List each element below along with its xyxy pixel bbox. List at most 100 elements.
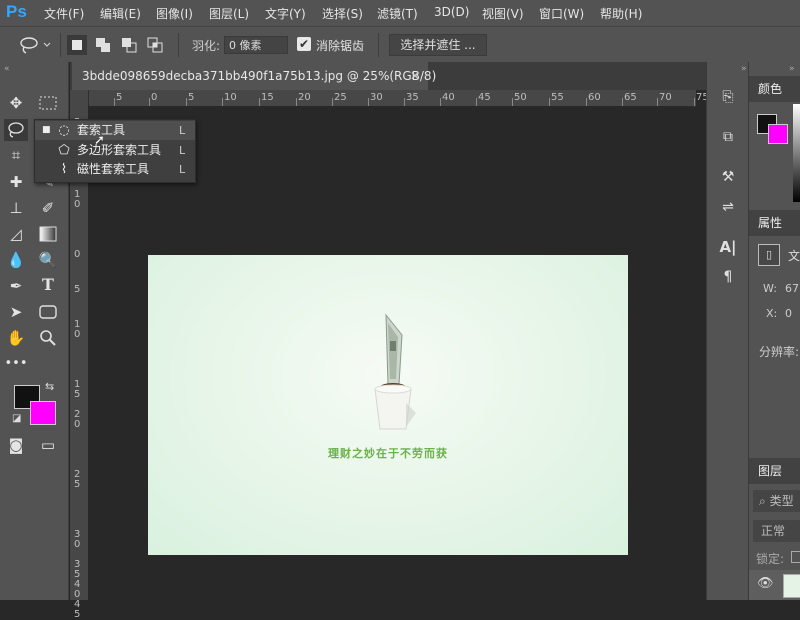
hand-tool[interactable]: ✋ xyxy=(4,327,28,349)
horizontal-ruler[interactable]: 5 0 5 10 15 20 25 30 35 40 45 50 55 60 65 70 75 xyxy=(88,90,709,107)
select-and-mask-button[interactable]: 选择并遮住 ... xyxy=(389,34,487,56)
pen-tool[interactable]: ✒ xyxy=(4,275,28,297)
menu-image[interactable]: 图像(I) xyxy=(156,5,193,22)
width-value[interactable]: 67. xyxy=(785,282,800,295)
collapse-dock-icon[interactable]: » xyxy=(789,64,795,74)
move-icon: ✥ xyxy=(9,94,23,112)
ruler-tick xyxy=(512,98,513,106)
antialias-checkbox[interactable]: ✔ xyxy=(297,37,311,51)
ruler-label: 1 0 xyxy=(74,319,81,340)
menu-filter[interactable]: 滤镜(T) xyxy=(377,5,418,22)
magnetic-lasso-icon: ⌇ xyxy=(60,162,68,177)
zoom-tool[interactable] xyxy=(36,327,60,349)
lock-transparency-icon[interactable] xyxy=(791,551,800,563)
default-colors-icon[interactable]: ◪ xyxy=(12,413,21,424)
menu-edit[interactable]: 编辑(E) xyxy=(100,5,141,22)
clone-stamp-tool[interactable]: ⊥ xyxy=(4,197,28,219)
gradient-tool[interactable] xyxy=(36,223,60,245)
flyout-item-polygonal-lasso[interactable]: ⬠ 多边形套索工具 L xyxy=(35,141,195,160)
menu-layer[interactable]: 图层(L) xyxy=(209,5,249,22)
background-color-swatch[interactable] xyxy=(30,401,56,425)
zoom-icon xyxy=(40,330,56,346)
menu-file[interactable]: 文件(F) xyxy=(44,5,84,22)
history-brush-icon: ✐ xyxy=(41,199,55,217)
menu-select[interactable]: 选择(S) xyxy=(322,5,363,22)
menu-type[interactable]: 文字(Y) xyxy=(265,5,306,22)
ruler-tick xyxy=(368,98,369,106)
ruler-label: 5 xyxy=(116,92,123,103)
subtract-selection-icon xyxy=(122,38,137,53)
ruler-label: 50 xyxy=(514,92,527,103)
menu-view[interactable]: 视图(V) xyxy=(482,5,524,22)
crop-tool[interactable]: ⌗ xyxy=(4,144,28,166)
flyout-item-lasso[interactable]: ■ ◌ 套索工具 L xyxy=(35,121,195,140)
clone-source-panel-icon[interactable]: ⧉ xyxy=(717,126,739,148)
character-panel-icon[interactable]: A| xyxy=(717,238,739,260)
layer-row[interactable]: 👁 xyxy=(749,570,800,600)
color-spectrum[interactable] xyxy=(793,104,800,202)
add-to-selection-button[interactable] xyxy=(93,35,113,55)
collapse-panels-icon[interactable]: » xyxy=(741,64,747,74)
lasso-tool-flyout: ■ ◌ 套索工具 L ⬠ 多边形套索工具 L ⌇ 磁性套索工具 L xyxy=(34,119,196,183)
flyout-item-magnetic-lasso[interactable]: ⌇ 磁性套索工具 L xyxy=(35,160,195,179)
subtract-from-selection-button[interactable] xyxy=(119,35,139,55)
menu-help[interactable]: 帮助(H) xyxy=(600,5,642,22)
new-selection-button[interactable] xyxy=(67,35,87,55)
ruler-label: 55 xyxy=(551,92,564,103)
ruler-tick xyxy=(259,98,260,106)
feather-label: 羽化: xyxy=(192,39,221,53)
intersect-selection-button[interactable] xyxy=(145,35,165,55)
healing-brush-tool[interactable]: ✚ xyxy=(4,171,28,193)
lasso-tool[interactable] xyxy=(4,119,28,141)
menu-window[interactable]: 窗口(W) xyxy=(539,5,584,22)
flyout-item-label: 磁性套索工具 xyxy=(77,162,150,176)
document-tab[interactable]: 3bdde098659decba371bb490f1a75b13.jpg @ 2… xyxy=(72,62,436,90)
layer-filter-kind[interactable]: ⌕ 类型 xyxy=(753,490,800,512)
eraser-tool[interactable]: ◿ xyxy=(4,223,28,245)
dodge-tool[interactable]: 🔍 xyxy=(36,249,60,271)
type-tool[interactable]: T xyxy=(36,275,60,297)
quick-mask-button[interactable]: ◙ xyxy=(4,434,28,456)
feather-input[interactable]: 0 像素 xyxy=(224,36,288,54)
panel-background-swatch[interactable] xyxy=(768,124,788,144)
tool-presets-panel-icon[interactable]: ⚒ xyxy=(717,166,739,188)
ruler-tick xyxy=(440,98,441,106)
history-brush-tool[interactable]: ✐ xyxy=(36,197,60,219)
move-tool[interactable]: ✥ xyxy=(4,92,28,114)
rectangle-tool[interactable] xyxy=(36,301,60,323)
blur-tool[interactable]: 💧 xyxy=(4,249,28,271)
ruler-tick xyxy=(622,98,623,106)
ruler-tick xyxy=(586,98,587,106)
resolution-label: 分辨率: xyxy=(759,345,800,359)
ruler-tick xyxy=(549,98,550,106)
screen-mode-button[interactable]: ▭ xyxy=(36,434,60,456)
shortcut-key: L xyxy=(179,124,186,137)
marquee-tool[interactable] xyxy=(36,92,60,114)
edit-toolbar-button[interactable]: ••• xyxy=(4,353,28,375)
ruler-label: 3 5 xyxy=(74,559,81,580)
more-icon: ••• xyxy=(4,356,28,371)
visibility-eye-icon[interactable]: 👁 xyxy=(757,576,774,591)
menu-3d[interactable]: 3D(D) xyxy=(434,5,469,19)
add-selection-icon xyxy=(96,38,110,52)
close-icon[interactable]: ✕ xyxy=(410,62,420,90)
ruler-label: 5 xyxy=(188,92,195,103)
history-panel-icon[interactable]: ⎘ xyxy=(717,86,739,108)
x-value[interactable]: 0 xyxy=(785,307,792,320)
antialias-label: 消除锯齿 xyxy=(316,39,365,53)
swap-colors-icon[interactable]: ⇆ xyxy=(45,380,54,393)
layers-panel-tab[interactable]: 图层 xyxy=(749,458,800,484)
tool-preset-picker[interactable] xyxy=(18,34,54,56)
blend-mode-select[interactable]: 正常 xyxy=(753,520,800,542)
color-panel-tab[interactable]: 颜色 xyxy=(749,76,800,102)
ruler-label: 3 0 xyxy=(74,529,81,550)
properties-panel-tab[interactable]: 属性 xyxy=(749,210,800,236)
ruler-label: 0 xyxy=(74,249,81,260)
ruler-tick xyxy=(296,98,297,106)
ruler-label: 60 xyxy=(588,92,601,103)
document-image[interactable]: 理财之妙在于不劳而获 xyxy=(148,255,628,555)
adjustments-panel-icon[interactable]: ⇌ xyxy=(717,196,739,218)
paragraph-panel-icon[interactable]: ¶ xyxy=(717,266,739,288)
path-selection-tool[interactable]: ➤ xyxy=(4,301,28,323)
collapse-toolbar-icon[interactable]: « xyxy=(4,64,10,74)
